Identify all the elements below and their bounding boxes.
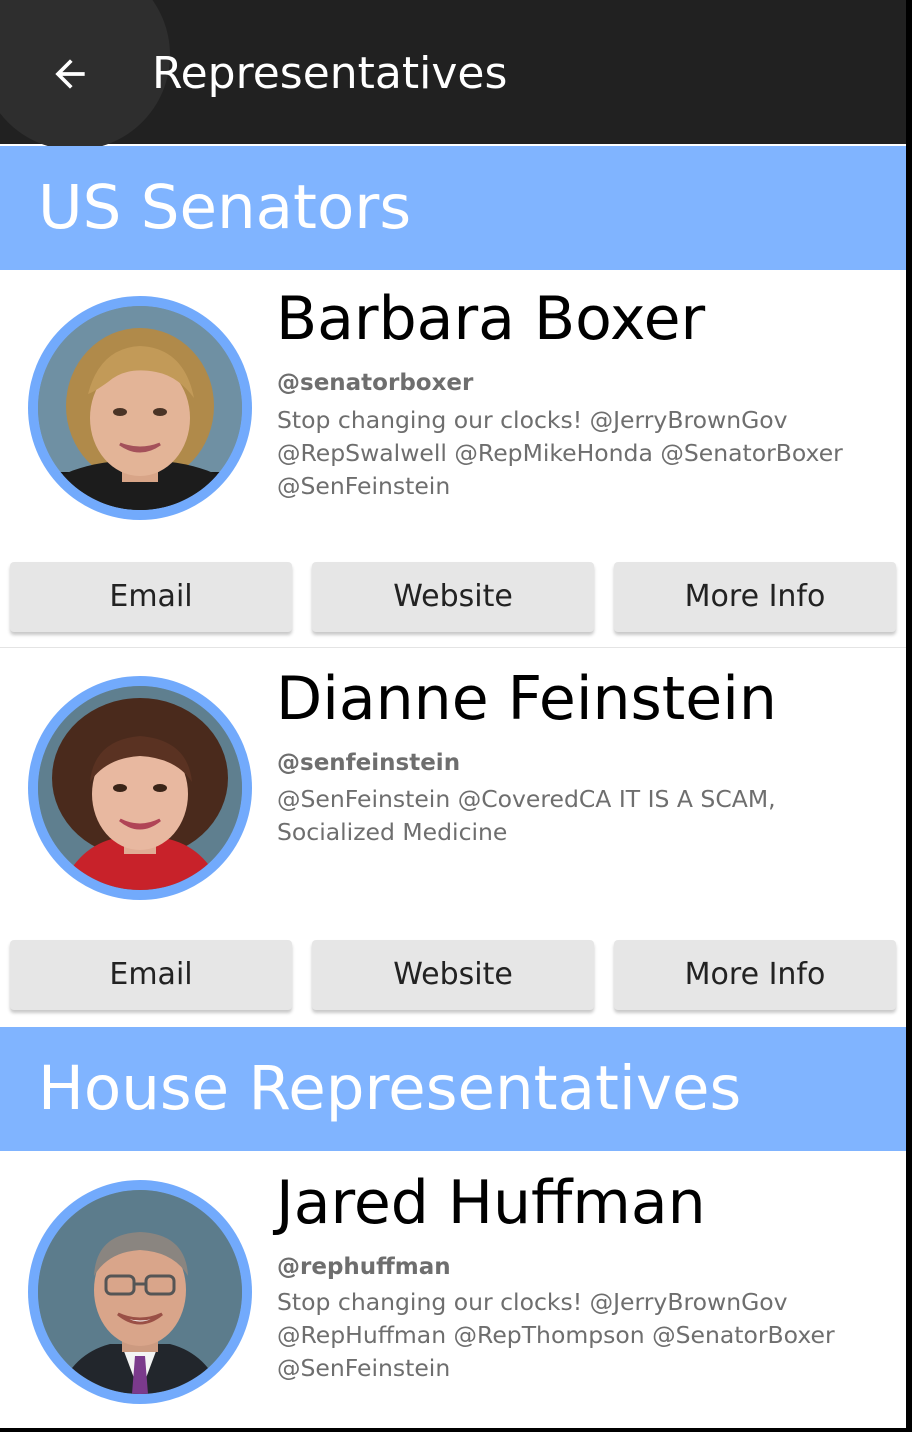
- rep-name: Jared Huffman: [276, 1168, 706, 1238]
- avatar: [28, 1180, 252, 1404]
- rep-twitter-handle: @senatorboxer: [277, 370, 474, 396]
- arrow-back-icon: [55, 59, 85, 89]
- section-header-house-representatives: House Representatives: [0, 1027, 906, 1151]
- section-header-us-senators: US Senators: [0, 146, 906, 270]
- website-button[interactable]: Website: [312, 562, 594, 632]
- page-title: Representatives: [152, 48, 508, 99]
- representatives-screen: Representatives US Senators Barbara Boxe…: [0, 0, 906, 1428]
- portrait-image: [38, 306, 242, 510]
- rep-latest-tweet: Stop changing our clocks! @JerryBrownGov…: [277, 406, 843, 500]
- email-button[interactable]: Email: [10, 940, 292, 1010]
- rep-action-buttons: Email Website More Info: [0, 562, 906, 636]
- email-button[interactable]: Email: [10, 562, 292, 632]
- rep-name: Barbara Boxer: [276, 284, 706, 354]
- rep-name: Dianne Feinstein: [276, 664, 777, 734]
- more-info-button[interactable]: More Info: [614, 940, 896, 1010]
- portrait-image: [38, 686, 242, 890]
- app-bar: Representatives: [0, 0, 906, 150]
- rep-twitter-handle: @rephuffman: [277, 1254, 451, 1280]
- rep-action-buttons: Email Website More Info: [0, 940, 906, 1014]
- rep-latest-tweet: Stop changing our clocks! @JerryBrownGov…: [277, 1288, 835, 1382]
- avatar: [28, 676, 252, 900]
- rep-latest-tweet: @SenFeinstein @CoveredCA IT IS A SCAM, S…: [277, 785, 776, 846]
- back-button[interactable]: [30, 38, 110, 110]
- rep-card-dianne-feinstein: Dianne Feinstein @senfeinstein @SenFeins…: [0, 648, 906, 1026]
- more-info-button[interactable]: More Info: [614, 562, 896, 632]
- portrait-image: [38, 1190, 242, 1394]
- rep-card-barbara-boxer: Barbara Boxer @senatorboxer Stop changin…: [0, 270, 906, 646]
- rep-card-jared-huffman: Jared Huffman @rephuffman Stop changing …: [0, 1152, 906, 1428]
- website-button[interactable]: Website: [312, 940, 594, 1010]
- avatar: [28, 296, 252, 520]
- rep-twitter-handle: @senfeinstein: [277, 750, 461, 776]
